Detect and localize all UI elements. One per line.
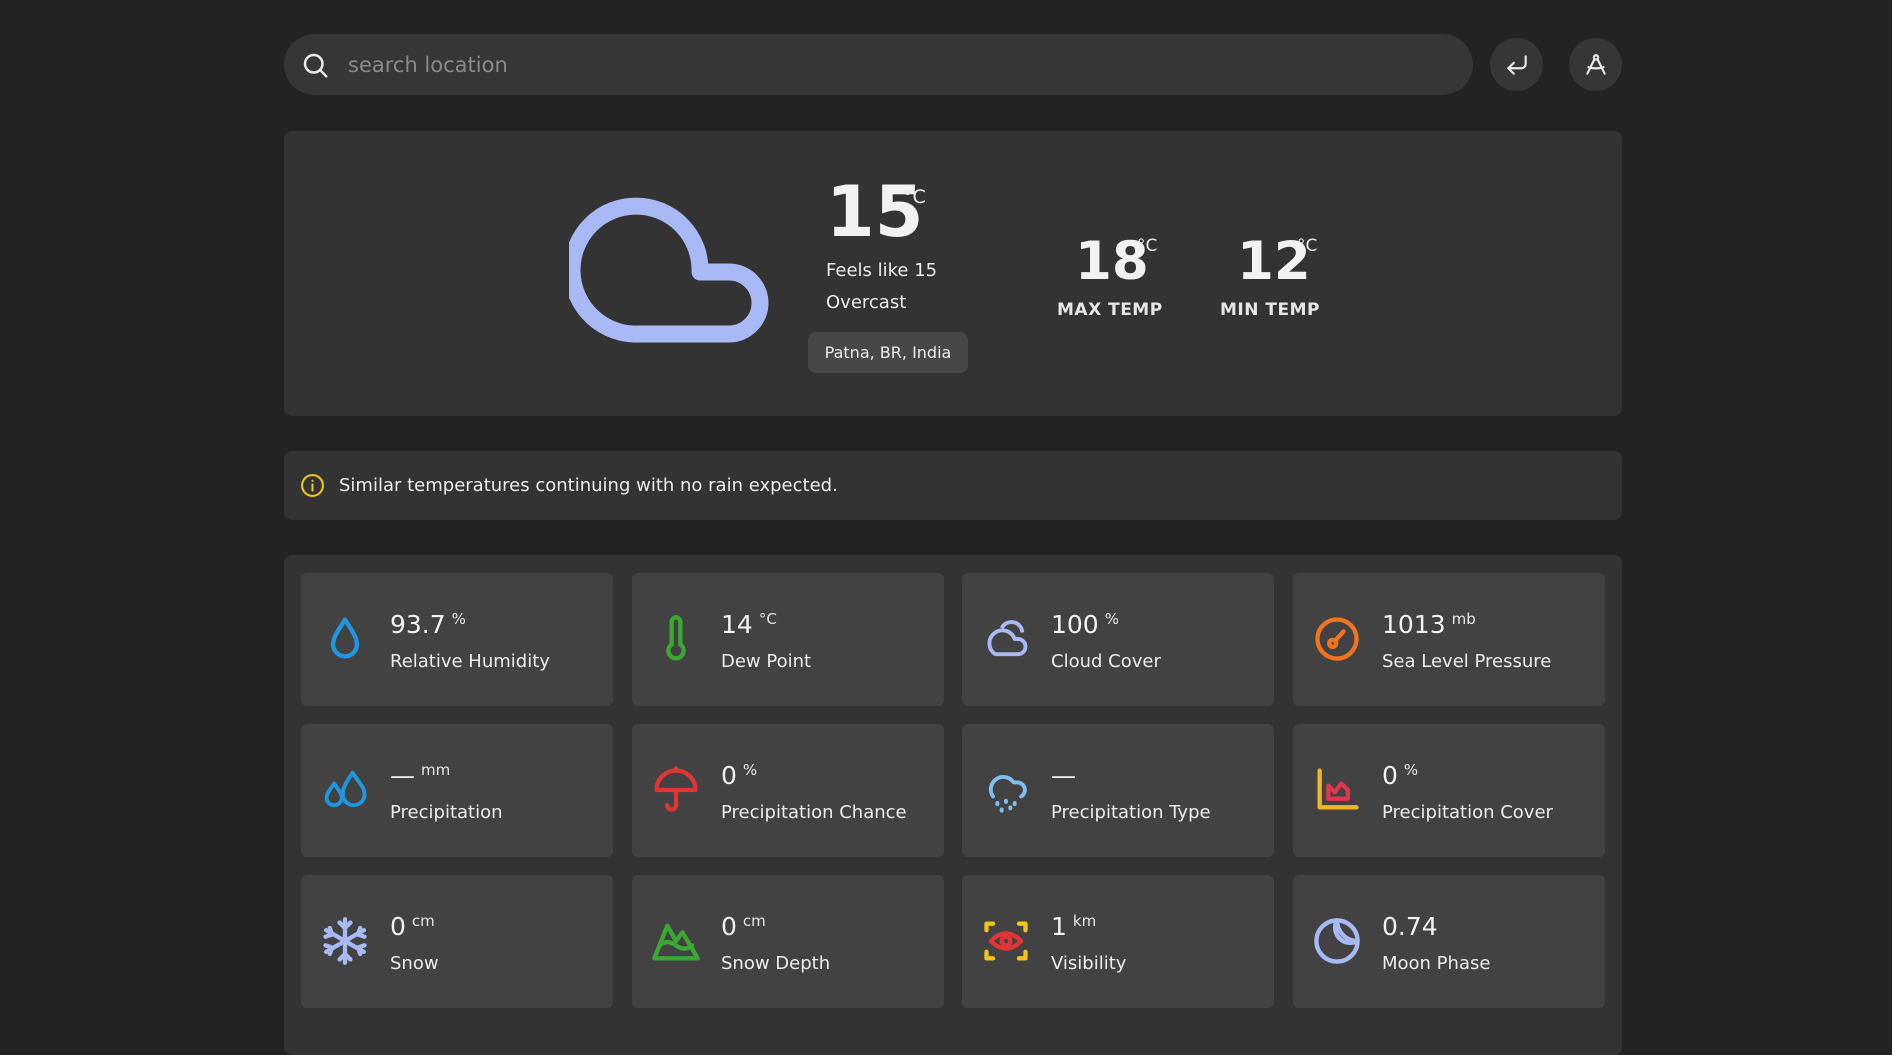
precipitation-chance-value: 0 xyxy=(721,761,737,790)
moon-phase-label: Moon Phase xyxy=(1382,953,1491,974)
precipitation-type-card: — Precipitation Type xyxy=(962,724,1274,857)
cloud-cover-unit: % xyxy=(1104,610,1119,628)
corner-down-left-icon xyxy=(1506,54,1527,75)
mountain-snow-icon xyxy=(652,923,700,961)
precipitation-chance-label: Precipitation Chance xyxy=(721,802,907,823)
snow-card: 0 cm Snow xyxy=(301,875,613,1008)
cloud-icon xyxy=(987,620,1028,657)
dew-point-unit: °C xyxy=(758,610,777,628)
visibility-label: Visibility xyxy=(1051,953,1127,974)
area-chart-icon xyxy=(1317,768,1359,810)
precipitation-label: Precipitation xyxy=(390,802,503,823)
precipitation-type-value: — xyxy=(1051,761,1076,790)
precipitation-chance-card: 0% Precipitation Chance xyxy=(632,724,944,857)
moon-icon xyxy=(1314,918,1360,964)
feels-like: Feels like 15 xyxy=(826,260,938,281)
snow-value: 0 xyxy=(390,912,406,941)
snowflake-icon xyxy=(323,917,367,965)
search-input[interactable] xyxy=(346,51,1473,78)
max-temp-unit: °C xyxy=(1137,236,1158,256)
location-badge: Patna, BR, India xyxy=(808,332,968,373)
thermometer-icon xyxy=(666,615,686,661)
alert-text: Similar temperatures continuing with no … xyxy=(339,475,838,496)
precipitation-unit: mm xyxy=(421,761,451,779)
submit-search-button[interactable] xyxy=(1490,38,1543,91)
humidity-unit: % xyxy=(451,610,466,628)
humidity-label: Relative Humidity xyxy=(390,651,550,672)
precipitation-chance-unit: % xyxy=(742,761,758,779)
snow-depth-card: 0 cm Snow Depth xyxy=(632,875,944,1008)
dew-point-label: Dew Point xyxy=(721,651,812,672)
humidity-card: 93.7% Relative Humidity xyxy=(301,573,613,706)
snow-label: Snow xyxy=(390,953,439,974)
moon-phase-value: 0.74 xyxy=(1382,912,1438,941)
min-temp-unit: °C xyxy=(1297,236,1318,256)
pressure-card: 1013 mb Sea Level Pressure xyxy=(1293,573,1605,706)
min-temp-label: MIN TEMP xyxy=(1220,300,1320,320)
dew-point-card: 14 °C Dew Point xyxy=(632,573,944,706)
current-weather-panel: 15 °C Feels like 15 Overcast Patna, BR, … xyxy=(284,131,1622,416)
snow-depth-unit: cm xyxy=(742,912,766,930)
visibility-unit: km xyxy=(1072,912,1097,930)
dew-point-value: 14 xyxy=(721,610,753,639)
snow-depth-label: Snow Depth xyxy=(721,953,831,974)
visibility-card: 1 km Visibility xyxy=(962,875,1274,1008)
precipitation-cover-unit: % xyxy=(1403,761,1419,779)
droplets-icon xyxy=(324,770,367,808)
visibility-value: 1 xyxy=(1051,912,1067,941)
pressure-value: 1013 xyxy=(1382,610,1446,639)
precipitation-card: — mm Precipitation xyxy=(301,724,613,857)
max-temp-label: MAX TEMP xyxy=(1057,300,1163,320)
pressure-label: Sea Level Pressure xyxy=(1382,651,1552,672)
precipitation-cover-label: Precipitation Cover xyxy=(1382,802,1553,823)
moon-phase-card: 0.74 Moon Phase xyxy=(1293,875,1605,1008)
search-icon xyxy=(303,53,328,77)
condition-text: Overcast xyxy=(826,292,907,313)
search-bar[interactable] xyxy=(284,34,1473,95)
cloud-cover-value: 100 xyxy=(1051,610,1099,639)
cloud-cover-card: 100% Cloud Cover xyxy=(962,573,1274,706)
precipitation-type-label: Precipitation Type xyxy=(1051,802,1211,823)
compass-tool-icon xyxy=(1585,53,1606,75)
scan-eye-icon xyxy=(984,921,1028,961)
cloud-cover-label: Cloud Cover xyxy=(1051,651,1161,672)
humidity-value: 93.7 xyxy=(390,610,446,639)
temperature-unit: °C xyxy=(903,186,926,208)
snow-depth-value: 0 xyxy=(721,912,737,941)
pressure-unit: mb xyxy=(1451,610,1476,628)
precipitation-cover-card: 0% Precipitation Cover xyxy=(1293,724,1605,857)
snow-unit: cm xyxy=(411,912,435,930)
gauge-icon xyxy=(1315,617,1359,661)
droplet-icon xyxy=(330,617,360,659)
precipitation-cover-value: 0 xyxy=(1382,761,1398,790)
forecast-alert: Similar temperatures continuing with no … xyxy=(284,451,1622,520)
umbrella-icon xyxy=(654,766,698,812)
weather-details-grid: 93.7% Relative Humidity 14 °C Dew Point 1… xyxy=(284,555,1622,1055)
cloud-icon xyxy=(569,197,769,343)
info-icon xyxy=(301,474,324,497)
locate-button[interactable] xyxy=(1569,38,1622,91)
cloud-drizzle-icon xyxy=(988,775,1027,813)
precipitation-value: — xyxy=(390,761,415,790)
